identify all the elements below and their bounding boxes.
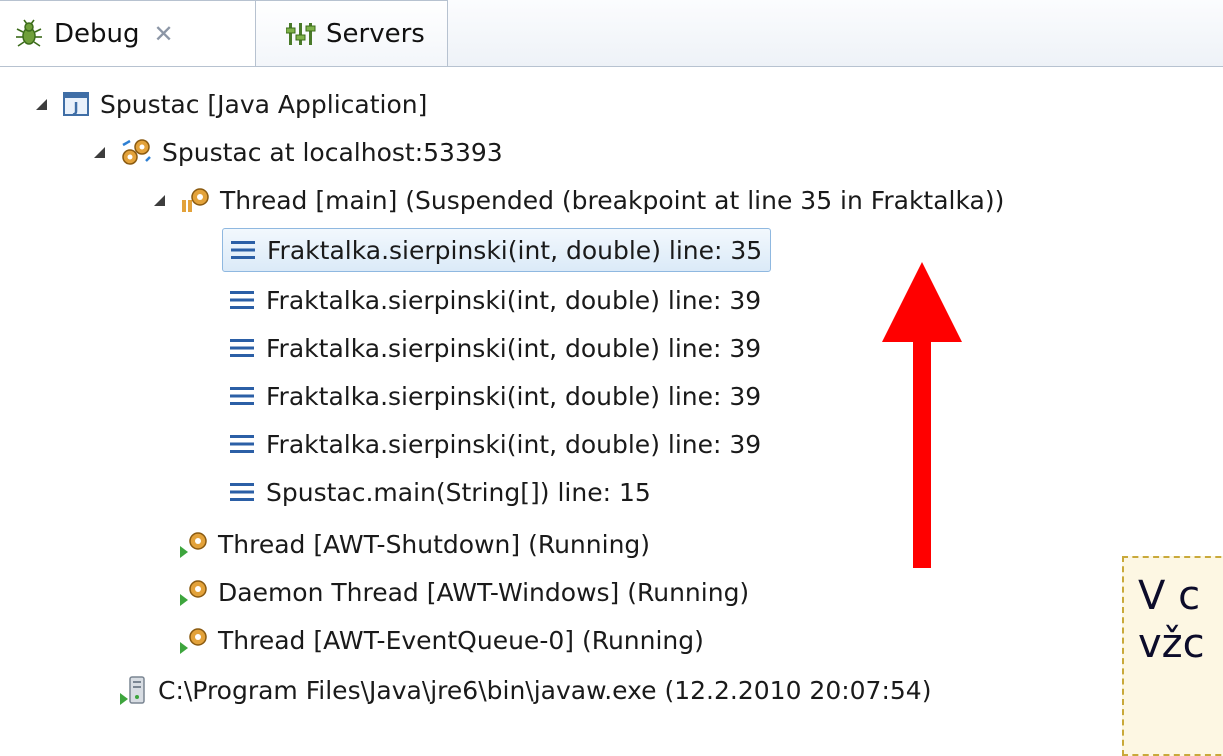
stack-frame[interactable]: Fraktalka.sierpinski(int, double) line: …	[228, 326, 761, 370]
expanded-twisty-icon[interactable]	[28, 98, 54, 110]
red-up-arrow-icon	[880, 262, 964, 572]
java-application-icon: J	[62, 90, 90, 118]
stack-frame-icon	[228, 433, 256, 455]
running-thread-icon	[178, 626, 208, 654]
stack-frame[interactable]: Fraktalka.sierpinski(int, double) line: …	[228, 422, 761, 466]
stack-frame-label: Fraktalka.sierpinski(int, double) line: …	[267, 235, 763, 265]
tab-debug-label: Debug	[54, 18, 140, 49]
stack-frame-icon	[228, 385, 256, 407]
debug-bug-icon	[14, 19, 44, 49]
tab-debug[interactable]: Debug ✕	[0, 0, 256, 66]
process-icon	[118, 675, 148, 705]
stack-frame-label: Spustac.main(String[]) line: 15	[266, 477, 651, 507]
servers-icon	[286, 19, 316, 49]
stack-frame[interactable]: Fraktalka.sierpinski(int, double) line: …	[228, 374, 761, 418]
stack-frame[interactable]: Fraktalka.sierpinski(int, double) line: …	[228, 278, 761, 322]
tree-item-thread-main[interactable]: Thread [main] (Suspended (breakpoint at …	[146, 178, 1004, 222]
tree-item-process[interactable]: C:\Program Files\Java\jre6\bin\javaw.exe…	[118, 668, 931, 712]
tree-item-thread[interactable]: Daemon Thread [AWT-Windows] (Running)	[178, 570, 749, 614]
tree-item-vm[interactable]: Spustac at localhost:53393	[86, 130, 503, 174]
note-line-2: vžc	[1138, 621, 1205, 667]
stack-frame-icon	[229, 239, 257, 261]
debug-target-icon	[120, 137, 152, 167]
tree-item-thread[interactable]: Thread [AWT-EventQueue-0] (Running)	[178, 618, 704, 662]
stack-frame-label: Fraktalka.sierpinski(int, double) line: …	[266, 333, 762, 363]
stack-frame[interactable]: Spustac.main(String[]) line: 15	[228, 470, 651, 514]
launch-label: Spustac [Java Application]	[100, 89, 428, 119]
thread-label: Thread [AWT-EventQueue-0] (Running)	[218, 625, 704, 655]
stack-frame-icon	[228, 289, 256, 311]
running-thread-icon	[178, 530, 208, 558]
process-label: C:\Program Files\Java\jre6\bin\javaw.exe…	[158, 675, 932, 705]
thread-main-label: Thread [main] (Suspended (breakpoint at …	[220, 185, 1005, 215]
view-tab-bar: Debug ✕ Servers	[0, 0, 1223, 67]
tree-item-launch[interactable]: J Spustac [Java Application]	[28, 82, 427, 126]
tab-servers-label: Servers	[326, 18, 425, 49]
svg-text:J: J	[73, 101, 79, 116]
debug-tree: J Spustac [Java Application] Spustac at …	[0, 70, 1223, 737]
close-tab-icon[interactable]: ✕	[154, 20, 174, 48]
vm-label: Spustac at localhost:53393	[162, 137, 503, 167]
thread-label: Daemon Thread [AWT-Windows] (Running)	[218, 577, 750, 607]
stack-frame-label: Fraktalka.sierpinski(int, double) line: …	[266, 429, 762, 459]
stack-frame-label: Fraktalka.sierpinski(int, double) line: …	[266, 381, 762, 411]
thread-label: Thread [AWT-Shutdown] (Running)	[218, 529, 651, 559]
note-line-1: V c	[1138, 573, 1201, 619]
running-thread-icon	[178, 578, 208, 606]
expanded-twisty-icon[interactable]	[146, 194, 172, 206]
suspended-thread-icon	[180, 186, 210, 214]
stack-frame-selected[interactable]: Fraktalka.sierpinski(int, double) line: …	[222, 228, 772, 272]
tab-servers[interactable]: Servers	[256, 0, 448, 66]
tree-item-thread[interactable]: Thread [AWT-Shutdown] (Running)	[178, 522, 650, 566]
stack-frame-icon	[228, 337, 256, 359]
expanded-twisty-icon[interactable]	[86, 146, 112, 158]
annotation-note: V c vžc	[1122, 556, 1223, 756]
stack-frame-icon	[228, 481, 256, 503]
stack-frame-label: Fraktalka.sierpinski(int, double) line: …	[266, 285, 762, 315]
